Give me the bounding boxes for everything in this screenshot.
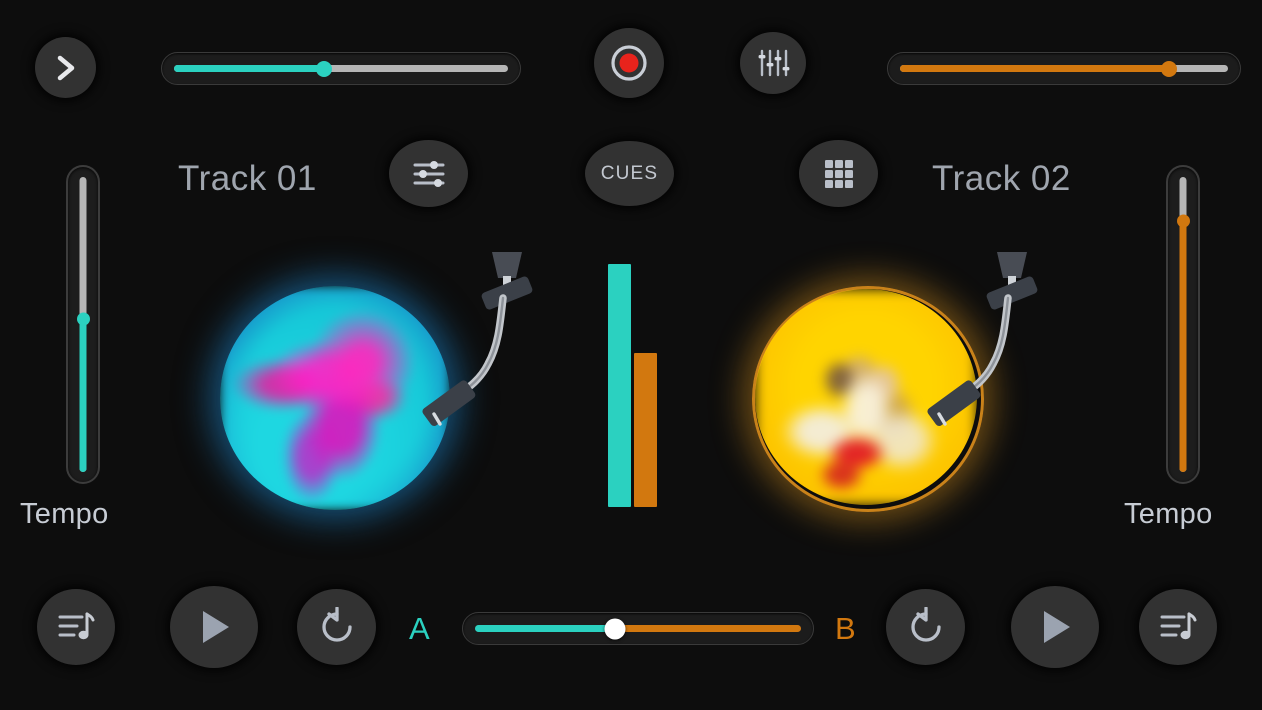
slider-fill — [174, 65, 325, 72]
track-title-left: Track 01 — [178, 159, 317, 198]
deck-b-artwork — [755, 289, 977, 505]
loop-button-b[interactable] — [886, 589, 965, 665]
slider-track — [1176, 177, 1190, 472]
mixer-button[interactable] — [740, 32, 806, 94]
expand-panel-button[interactable] — [35, 37, 96, 98]
loop-back-icon — [317, 607, 357, 647]
crossfader-label-b: B — [835, 611, 856, 646]
play-button-a[interactable] — [170, 586, 258, 668]
cues-button[interactable]: CUES — [585, 141, 674, 206]
slider-track — [76, 177, 90, 472]
crossfader-fill-a — [475, 625, 616, 632]
crossfader-fill-b — [615, 625, 801, 632]
crossfader-knob[interactable] — [604, 618, 626, 639]
slider-track — [900, 60, 1228, 77]
deck-b-volume-slider[interactable] — [887, 52, 1241, 85]
slider-track — [475, 618, 801, 639]
tempo-label-b: Tempo — [1124, 498, 1213, 530]
tempo-slider-b[interactable] — [1166, 165, 1200, 484]
record-button[interactable] — [594, 28, 664, 98]
record-icon — [607, 41, 651, 85]
mixer-faders-icon — [756, 46, 790, 80]
track-title-right: Track 02 — [932, 159, 1071, 198]
play-icon — [1034, 605, 1076, 649]
vu-meter-a — [608, 264, 631, 507]
playlist-button-b[interactable] — [1139, 589, 1217, 665]
pads-button-b[interactable] — [799, 140, 878, 207]
slider-knob[interactable] — [1176, 214, 1190, 228]
deck-a-artwork — [220, 286, 450, 510]
grid-pads-icon — [822, 157, 856, 191]
tempo-label-a: Tempo — [20, 498, 109, 530]
slider-knob[interactable] — [1160, 60, 1177, 77]
chevron-right-icon — [53, 53, 79, 83]
crossfader-label-a: A — [409, 611, 430, 646]
deck-a-platter[interactable] — [220, 286, 450, 510]
dj-app-window: Track 01 CUES Track 02 Tempo Tempo A B — [0, 0, 1262, 710]
deck-b[interactable] — [748, 283, 988, 513]
crossfader-slider[interactable] — [462, 612, 814, 645]
eq-button-a[interactable] — [389, 140, 468, 207]
slider-knob[interactable] — [316, 60, 333, 77]
loop-back-icon — [906, 607, 946, 647]
slider-fill — [1179, 221, 1187, 472]
deck-a[interactable] — [215, 283, 455, 513]
play-icon — [193, 605, 235, 649]
slider-fill — [900, 65, 1169, 72]
play-button-b[interactable] — [1011, 586, 1099, 668]
cues-button-label: CUES — [600, 162, 659, 184]
eq-sliders-icon — [410, 158, 448, 190]
loop-button-a[interactable] — [297, 589, 376, 665]
vu-meter-b — [634, 353, 657, 507]
slider-fill — [79, 318, 87, 472]
playlist-button-a[interactable] — [37, 589, 115, 665]
slider-knob[interactable] — [76, 312, 90, 326]
slider-track — [174, 60, 508, 77]
deck-a-volume-slider[interactable] — [161, 52, 521, 85]
playlist-music-icon — [56, 608, 96, 646]
tempo-slider-a[interactable] — [66, 165, 100, 484]
playlist-music-icon — [1158, 608, 1198, 646]
deck-b-platter[interactable] — [755, 289, 977, 505]
